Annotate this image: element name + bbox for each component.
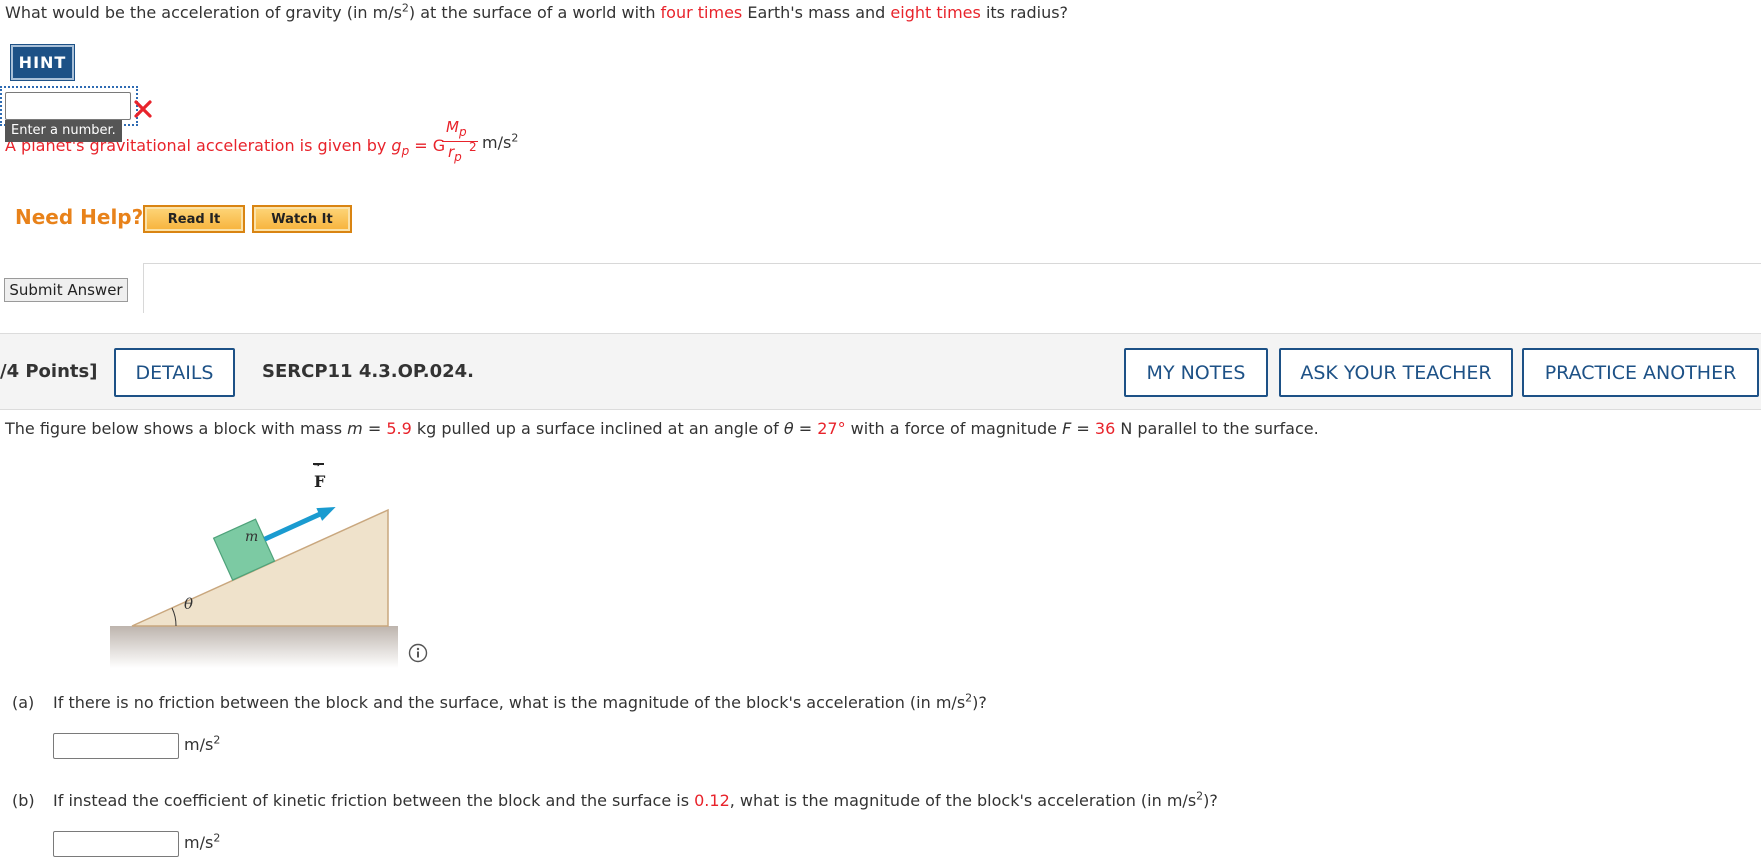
submit-answer-button[interactable]: Submit Answer bbox=[4, 278, 128, 302]
hint-button[interactable]: HINT bbox=[10, 44, 75, 81]
equals: = bbox=[362, 419, 387, 438]
question-text: What would be the acceleration of gravit… bbox=[5, 3, 402, 22]
denominator-sub: p bbox=[454, 150, 462, 164]
angle-label: θ bbox=[184, 595, 194, 613]
force-symbol: F bbox=[1062, 419, 1072, 438]
problem-statement: The figure below shows a block with mass… bbox=[5, 419, 1319, 438]
formula-unit: m/s2 bbox=[482, 133, 518, 152]
question-text: its radius? bbox=[980, 3, 1069, 22]
question-text: Earth's mass and bbox=[742, 3, 891, 22]
formula-denominator: rp bbox=[448, 143, 462, 164]
ground-surface bbox=[110, 626, 398, 668]
force-value: 36 bbox=[1094, 419, 1116, 438]
equals: = bbox=[1071, 419, 1095, 438]
divider-vertical bbox=[143, 263, 144, 313]
unit-sup: 2 bbox=[213, 733, 221, 747]
angle-value: 27° bbox=[817, 419, 846, 438]
part-b-tail: )? bbox=[1203, 791, 1218, 810]
unit-text: m/s bbox=[184, 735, 214, 754]
read-it-button[interactable]: Read It bbox=[143, 205, 245, 233]
statement-text: kg pulled up a surface inclined at an an… bbox=[411, 419, 784, 438]
equals: = bbox=[793, 419, 818, 438]
enter-number-tooltip: Enter a number. bbox=[5, 120, 122, 142]
part-b-text: , what is the magnitude of the block's a… bbox=[729, 791, 1197, 810]
question-text: ) at the surface of a world with bbox=[408, 3, 661, 22]
unit-sup: 2 bbox=[213, 831, 221, 845]
part-a-text: If there is no friction between the bloc… bbox=[53, 693, 966, 712]
formula-numerator: Mp bbox=[446, 118, 467, 139]
force-arrow-shaft bbox=[263, 509, 326, 542]
part-b-unit: m/s2 bbox=[184, 833, 220, 852]
my-notes-button[interactable]: MY NOTES bbox=[1124, 348, 1268, 397]
part-a-unit: m/s2 bbox=[184, 735, 220, 754]
numerator: M bbox=[446, 118, 459, 136]
incorrect-x-icon bbox=[134, 100, 152, 118]
force-label-text: F bbox=[314, 472, 326, 491]
part-b-answer-input[interactable] bbox=[53, 831, 179, 857]
unit-sup: 2 bbox=[511, 131, 519, 145]
formula-lhs: g bbox=[391, 136, 402, 155]
part-b-text: If instead the coefficient of kinetic fr… bbox=[53, 791, 695, 810]
radius-factor: eight times bbox=[890, 3, 981, 22]
numerator-sub: p bbox=[458, 125, 467, 139]
force-vector-bar bbox=[313, 463, 324, 465]
watch-it-button[interactable]: Watch It bbox=[252, 205, 352, 233]
question-code: SERCP11 4.3.OP.024. bbox=[262, 361, 475, 382]
unit-text: m/s bbox=[482, 133, 512, 152]
mass-value: 5.9 bbox=[386, 419, 412, 438]
question-points: /4 Points] bbox=[0, 361, 98, 382]
friction-coefficient-value: 0.12 bbox=[694, 791, 730, 810]
part-a-label: (a) bbox=[12, 693, 35, 712]
unit-text: m/s bbox=[184, 833, 214, 852]
prev-question-text: What would be the acceleration of gravit… bbox=[5, 3, 1068, 22]
denominator-sup: 2 bbox=[469, 140, 477, 154]
force-arrow-head bbox=[316, 507, 336, 521]
practice-another-button[interactable]: PRACTICE ANOTHER bbox=[1522, 348, 1759, 397]
statement-text: The figure below shows a block with mass bbox=[5, 419, 348, 438]
theta-symbol: θ bbox=[783, 419, 794, 438]
divider bbox=[143, 263, 1761, 264]
answer-input[interactable] bbox=[5, 92, 131, 120]
part-b-question: If instead the coefficient of kinetic fr… bbox=[53, 791, 1218, 810]
superscript: 2 bbox=[401, 1, 409, 15]
info-icon[interactable] bbox=[408, 643, 428, 663]
force-label: ⃗F bbox=[314, 466, 325, 491]
details-button[interactable]: DETAILS bbox=[114, 348, 235, 397]
mass-label: m bbox=[245, 529, 259, 545]
ask-your-teacher-button[interactable]: ASK YOUR TEACHER bbox=[1279, 348, 1513, 397]
statement-text: N parallel to the surface. bbox=[1115, 419, 1319, 438]
mass-factor: four times bbox=[660, 3, 743, 22]
part-a-question: If there is no friction between the bloc… bbox=[53, 693, 987, 712]
mass-symbol: m bbox=[347, 419, 363, 438]
part-a-tail: )? bbox=[972, 693, 987, 712]
part-b-label: (b) bbox=[12, 791, 35, 810]
part-a-answer-input[interactable] bbox=[53, 733, 179, 759]
need-help-label: Need Help? bbox=[15, 205, 144, 229]
formula-eq: = G bbox=[409, 136, 446, 155]
inclined-plane-figure bbox=[110, 507, 398, 668]
statement-text: with a force of magnitude bbox=[845, 419, 1063, 438]
